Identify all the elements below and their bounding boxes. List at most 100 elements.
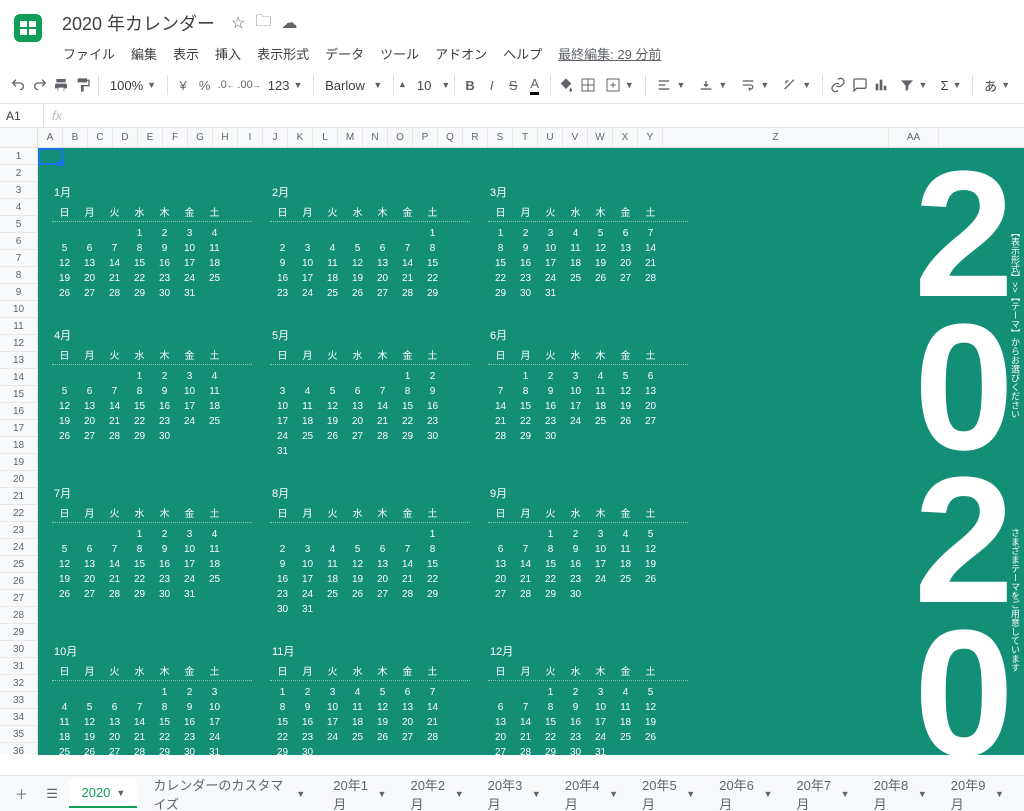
col-header[interactable]: H [213, 128, 238, 147]
last-edit-link[interactable]: 最終編集: 29 分前 [551, 40, 668, 67]
col-header[interactable]: M [338, 128, 363, 147]
row-header[interactable]: 34 [0, 709, 37, 726]
font-size-select[interactable]: ▼10▼ [399, 71, 449, 99]
row-header[interactable]: 4 [0, 199, 37, 216]
row-header[interactable]: 16 [0, 403, 37, 420]
col-header[interactable]: X [613, 128, 638, 147]
col-header[interactable]: F [163, 128, 188, 147]
col-header[interactable]: E [138, 128, 163, 147]
menu-file[interactable]: ファイル [56, 40, 122, 67]
font-select[interactable]: Barlow▼ [319, 71, 388, 99]
sheet-tab[interactable]: 20年9月▼ [939, 769, 1016, 811]
sheet-tab-customize[interactable]: カレンダーのカスタマイズ▼ [141, 769, 317, 811]
row-header[interactable]: 28 [0, 607, 37, 624]
col-header[interactable]: P [413, 128, 438, 147]
row-header[interactable]: 36 [0, 743, 37, 755]
row-header[interactable]: 13 [0, 352, 37, 369]
sheet-tab[interactable]: 20年1月▼ [321, 769, 398, 811]
row-header[interactable]: 11 [0, 318, 37, 335]
sheet-tab[interactable]: 20年4月▼ [553, 769, 630, 811]
star-icon[interactable]: ☆ [231, 13, 245, 33]
link-button[interactable] [828, 71, 849, 99]
more-formats-select[interactable]: 123▼ [262, 71, 309, 99]
row-header[interactable]: 14 [0, 369, 37, 386]
row-header[interactable]: 10 [0, 301, 37, 318]
col-header[interactable]: J [263, 128, 288, 147]
undo-button[interactable] [8, 71, 29, 99]
row-header[interactable]: 9 [0, 284, 37, 301]
name-box[interactable]: A1 [0, 104, 44, 127]
col-header[interactable]: B [63, 128, 88, 147]
h-align-button[interactable]: ▼ [650, 71, 691, 99]
app-logo[interactable] [8, 8, 48, 48]
paint-format-button[interactable] [73, 71, 94, 99]
row-header[interactable]: 19 [0, 454, 37, 471]
row-header[interactable]: 24 [0, 539, 37, 556]
add-sheet-button[interactable]: ＋ [8, 779, 35, 809]
redo-button[interactable] [30, 71, 51, 99]
row-header[interactable]: 12 [0, 335, 37, 352]
v-align-button[interactable]: ▼ [692, 71, 733, 99]
zoom-select[interactable]: 100%▼ [104, 71, 162, 99]
row-header[interactable]: 20 [0, 471, 37, 488]
all-sheets-button[interactable]: ☰ [39, 779, 66, 809]
chart-button[interactable] [871, 71, 892, 99]
menu-tools[interactable]: ツール [373, 40, 426, 67]
row-header[interactable]: 1 [0, 148, 37, 165]
row-header[interactable]: 7 [0, 250, 37, 267]
col-header[interactable]: Z [663, 128, 889, 147]
menu-edit[interactable]: 編集 [124, 40, 164, 67]
menu-view[interactable]: 表示 [166, 40, 206, 67]
col-header[interactable]: R [463, 128, 488, 147]
col-header[interactable]: K [288, 128, 313, 147]
fill-color-button[interactable] [556, 71, 577, 99]
filter-button[interactable]: ▼ [893, 71, 934, 99]
menu-format[interactable]: 表示形式 [250, 40, 316, 67]
select-all-corner[interactable] [0, 128, 37, 148]
functions-button[interactable]: Σ▼ [934, 71, 967, 99]
row-header[interactable]: 22 [0, 505, 37, 522]
percent-button[interactable]: % [194, 71, 215, 99]
menu-help[interactable]: ヘルプ [496, 40, 549, 67]
cloud-icon[interactable]: ☁ [281, 13, 297, 33]
col-header[interactable]: S [488, 128, 513, 147]
row-header[interactable]: 15 [0, 386, 37, 403]
doc-title[interactable]: 2020 年カレンダー [56, 8, 221, 38]
col-header[interactable]: U [538, 128, 563, 147]
sheet-tab-active[interactable]: 2020▼ [69, 779, 137, 808]
input-method-button[interactable]: あ▼ [978, 71, 1016, 99]
currency-button[interactable]: ¥ [173, 71, 194, 99]
col-header[interactable]: G [188, 128, 213, 147]
col-header[interactable]: L [313, 128, 338, 147]
row-header[interactable]: 29 [0, 624, 37, 641]
sheet-tab[interactable]: 20年7月▼ [784, 769, 861, 811]
merge-button[interactable]: ▼ [599, 71, 640, 99]
row-header[interactable]: 26 [0, 573, 37, 590]
col-header[interactable]: T [513, 128, 538, 147]
menu-addons[interactable]: アドオン [428, 40, 494, 67]
sheet-tab[interactable]: 20年3月▼ [476, 769, 553, 811]
row-header[interactable]: 31 [0, 658, 37, 675]
col-header[interactable]: I [238, 128, 263, 147]
col-header[interactable]: D [113, 128, 138, 147]
row-header[interactable]: 33 [0, 692, 37, 709]
row-header[interactable]: 21 [0, 488, 37, 505]
row-header[interactable]: 25 [0, 556, 37, 573]
menu-insert[interactable]: 挿入 [208, 40, 248, 67]
borders-button[interactable] [577, 71, 598, 99]
row-header[interactable]: 23 [0, 522, 37, 539]
sheet-tab[interactable]: 20年2月▼ [398, 769, 475, 811]
rotate-button[interactable]: ▼ [776, 71, 817, 99]
col-header[interactable]: O [388, 128, 413, 147]
row-header[interactable]: 30 [0, 641, 37, 658]
row-header[interactable]: 5 [0, 216, 37, 233]
print-button[interactable] [51, 71, 72, 99]
row-header[interactable]: 27 [0, 590, 37, 607]
col-header[interactable]: W [588, 128, 613, 147]
row-header[interactable]: 6 [0, 233, 37, 250]
strike-button[interactable]: S [503, 71, 524, 99]
row-header[interactable]: 17 [0, 420, 37, 437]
col-header[interactable]: N [363, 128, 388, 147]
comment-button[interactable] [849, 71, 870, 99]
sheet-tab[interactable]: 20年8月▼ [862, 769, 939, 811]
